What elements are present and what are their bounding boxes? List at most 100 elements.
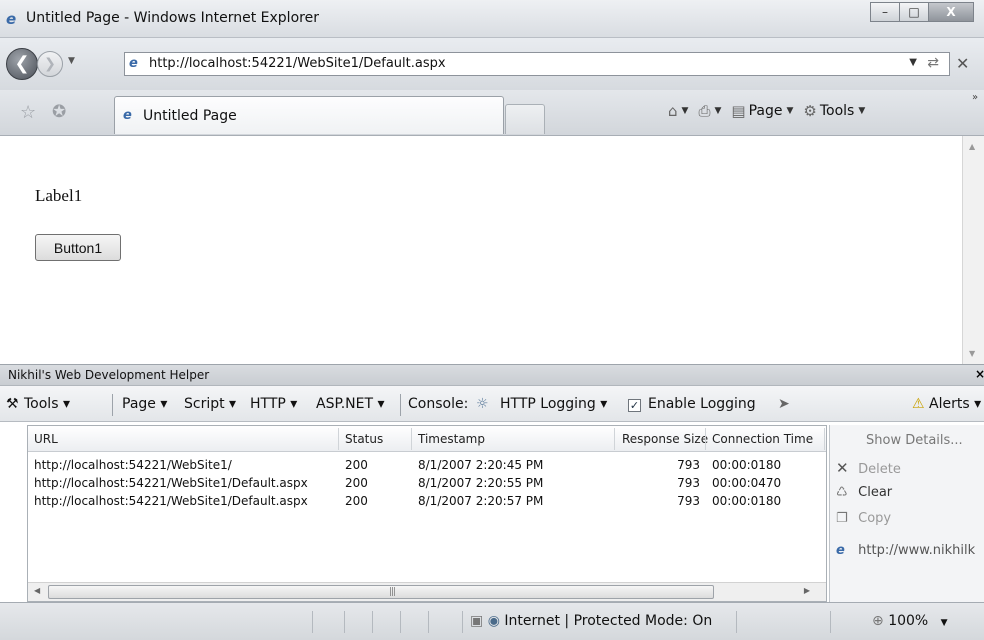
cell-timestamp: 8/1/2007 2:20:55 PM [418, 476, 544, 490]
http-logging-icon: ☼ [476, 396, 489, 412]
table-row[interactable]: http://localhost:54221/WebSite1/Default.… [28, 494, 826, 512]
status-divider [372, 611, 373, 633]
zoom-icon: ⊕ [872, 613, 884, 629]
export-icon[interactable]: ➤ [778, 396, 790, 412]
cell-url: http://localhost:54221/WebSite1/Default.… [34, 494, 308, 508]
cell-size: 793 [677, 494, 700, 508]
console-label: Console: [408, 396, 469, 412]
maximize-button[interactable]: □ [899, 2, 929, 22]
globe-icon: ◉ [487, 613, 500, 629]
status-divider [312, 611, 313, 633]
page-menu[interactable]: Page [749, 103, 783, 119]
column-divider[interactable] [824, 428, 825, 450]
col-timestamp[interactable]: Timestamp [418, 432, 485, 446]
delete-button[interactable]: ✕ Delete [836, 459, 901, 477]
col-status[interactable]: Status [345, 432, 383, 446]
details-panel: Show Details... ✕ Delete ♺ Clear ❐ Copy … [829, 425, 984, 602]
table-row[interactable]: http://localhost:54221/WebSite1/ 200 8/1… [28, 458, 826, 476]
protected-mode-icon: ▣ [470, 613, 484, 629]
copy-icon: ❐ [836, 511, 848, 526]
address-dropdown-icon[interactable]: ▼ [909, 57, 917, 68]
scroll-down-icon[interactable]: ▼ [969, 349, 975, 358]
button1[interactable]: Button1 [35, 234, 121, 261]
add-favorites-icon[interactable]: ✪ [52, 102, 66, 122]
devhelper-close-icon[interactable]: × [975, 367, 984, 381]
chevron-more-icon[interactable]: » [972, 92, 978, 103]
back-button[interactable]: ❮ [6, 48, 38, 80]
security-zone[interactable]: ▣ ◉ Internet | Protected Mode: On [470, 613, 712, 629]
page-menu-icon: ▤ [731, 102, 746, 120]
homepage-link[interactable]: e http://www.nikhilk [836, 543, 975, 558]
tools-menu[interactable]: Tools [820, 103, 855, 119]
copy-label: Copy [858, 511, 892, 526]
column-divider[interactable] [411, 428, 412, 450]
delete-icon: ✕ [836, 459, 849, 477]
scroll-right-icon[interactable]: ▶ [804, 586, 810, 595]
navigation-bar: ❮ ❯ ▼ e http://localhost:54221/WebSite1/… [0, 38, 984, 90]
cell-time: 00:00:0180 [712, 494, 782, 508]
status-divider [736, 611, 737, 633]
column-divider[interactable] [338, 428, 339, 450]
page-menu-button[interactable]: Page ▾ [122, 396, 167, 412]
cell-time: 00:00:0180 [712, 458, 782, 472]
page-icon: e [129, 56, 138, 71]
checkbox-icon: ✓ [628, 399, 641, 412]
home-dropdown-icon[interactable]: ▼ [682, 106, 689, 116]
print-icon[interactable]: ⎙ [698, 102, 710, 120]
vertical-scrollbar[interactable]: ▲ ▼ [962, 136, 984, 364]
address-bar[interactable]: e http://localhost:54221/WebSite1/Defaul… [124, 52, 950, 76]
forward-arrow-icon: ❯ [44, 56, 56, 72]
show-details-button[interactable]: Show Details... [866, 433, 963, 448]
enable-logging-label: Enable Logging [648, 396, 756, 412]
http-log-grid: URL Status Timestamp Response Size Conne… [27, 425, 827, 602]
address-input[interactable]: http://localhost:54221/WebSite1/Default.… [149, 56, 446, 71]
column-divider[interactable] [705, 428, 706, 450]
stop-icon[interactable]: ✕ [956, 54, 969, 73]
column-divider[interactable] [614, 428, 615, 450]
close-icon: X [946, 5, 956, 19]
favorites-star-icon[interactable]: ☆ [20, 102, 36, 123]
ie-logo-icon: e [6, 10, 17, 28]
aspnet-label: ASP.NET [316, 396, 374, 412]
new-tab-button[interactable] [505, 104, 545, 134]
http-logging-dropdown[interactable]: HTTP Logging ▾ [500, 396, 607, 412]
tools-menu-button[interactable]: Tools ▾ [24, 396, 70, 412]
col-response-size[interactable]: Response Size [622, 432, 708, 446]
recent-pages-dropdown[interactable]: ▼ [68, 56, 75, 66]
horizontal-scrollbar[interactable]: ◀ ||| ▶ [28, 582, 826, 601]
command-bar: ⌂ ▼ ⎙ ▼ ▤ Page ▼ ⚙ Tools ▼ [668, 102, 865, 120]
scroll-left-icon[interactable]: ◀ [34, 586, 40, 595]
col-connection-time[interactable]: Connection Time [712, 432, 813, 446]
forward-button[interactable]: ❯ [37, 51, 63, 77]
zoom-control[interactable]: ⊕ 100% ▼ [872, 613, 948, 629]
script-menu-button[interactable]: Script ▾ [184, 396, 236, 412]
clear-button[interactable]: ♺ Clear [836, 485, 892, 500]
enable-logging-checkbox[interactable]: ✓ [628, 396, 641, 412]
home-icon[interactable]: ⌂ [668, 102, 678, 120]
page-dropdown-icon[interactable]: ▼ [786, 106, 793, 116]
minimize-button[interactable]: – [870, 2, 900, 22]
tools-dropdown-icon[interactable]: ▼ [858, 106, 865, 116]
print-dropdown-icon[interactable]: ▼ [714, 106, 721, 116]
minimize-icon: – [882, 5, 888, 19]
aspnet-menu-button[interactable]: ASP.NET ▾ [316, 396, 385, 412]
copy-button[interactable]: ❐ Copy [836, 511, 891, 526]
window-title: Untitled Page - Windows Internet Explore… [26, 10, 319, 26]
refresh-icon[interactable]: ⇄ [927, 55, 939, 71]
cell-size: 793 [677, 458, 700, 472]
alerts-button[interactable]: ⚠ Alerts ▾ [912, 396, 981, 412]
http-menu-button[interactable]: HTTP ▾ [250, 396, 297, 412]
homepage-link-label: http://www.nikhilk [858, 543, 976, 558]
cell-time: 00:00:0470 [712, 476, 782, 490]
status-divider [462, 611, 463, 633]
zoom-dropdown-icon[interactable]: ▼ [941, 618, 948, 628]
ie-logo-icon: e [836, 543, 845, 558]
table-row[interactable]: http://localhost:54221/WebSite1/Default.… [28, 476, 826, 494]
scrollbar-thumb[interactable]: ||| [48, 585, 714, 599]
cell-timestamp: 8/1/2007 2:20:57 PM [418, 494, 544, 508]
col-url[interactable]: URL [34, 432, 58, 446]
status-divider [400, 611, 401, 633]
scroll-up-icon[interactable]: ▲ [969, 142, 975, 151]
tab-untitled-page[interactable]: e Untitled Page [114, 96, 504, 134]
close-button[interactable]: X [928, 2, 974, 22]
